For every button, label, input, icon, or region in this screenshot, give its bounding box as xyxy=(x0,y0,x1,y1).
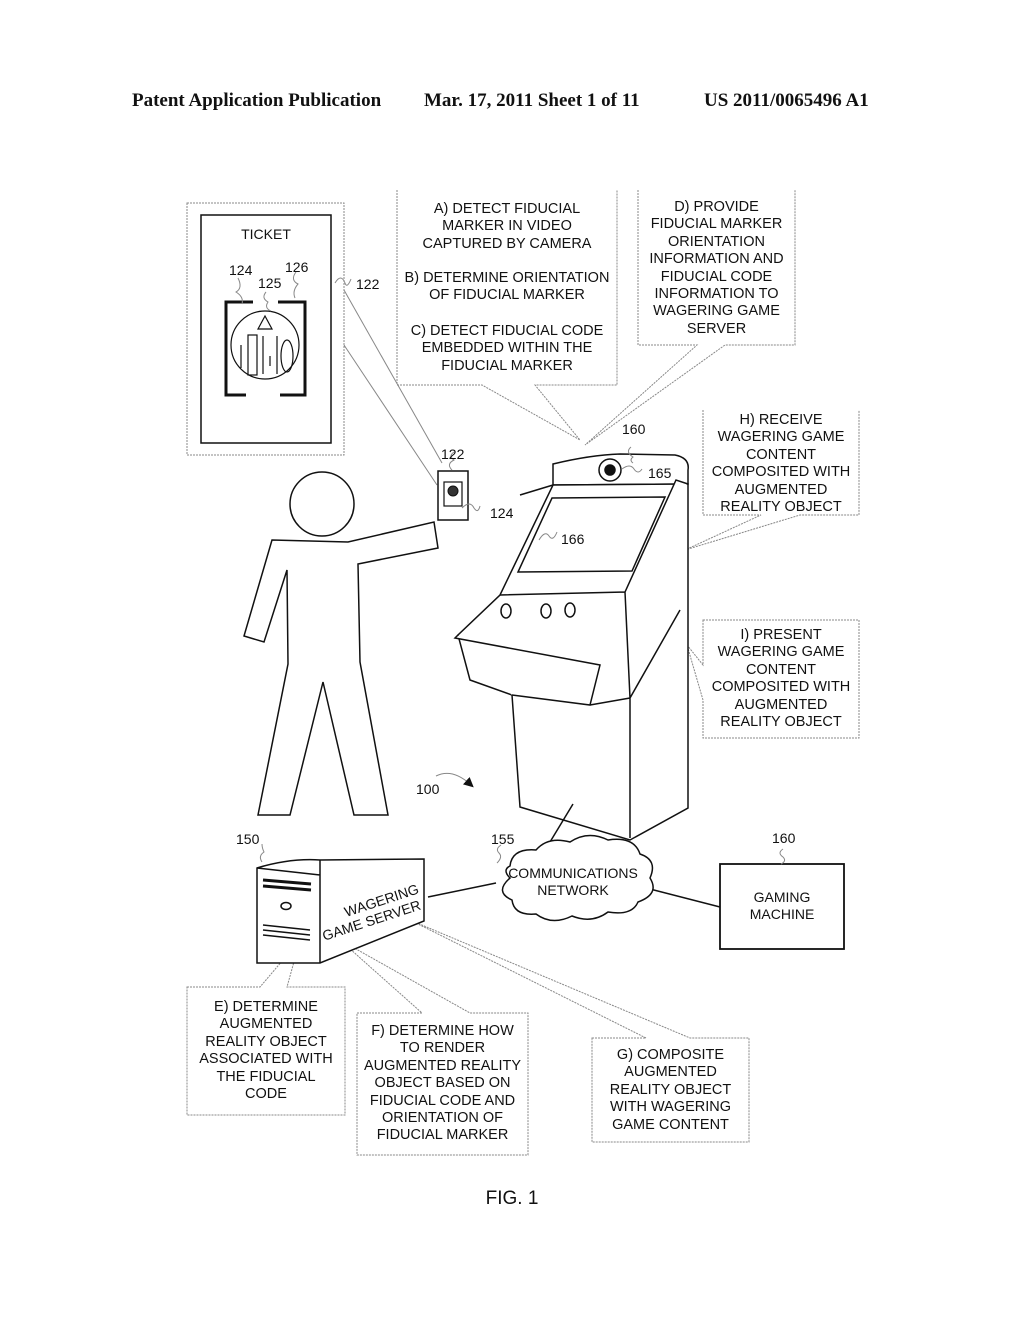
step-f-line: FIDUCIAL CODE AND xyxy=(369,1092,516,1109)
step-d-line: FIDUCIAL CODE xyxy=(660,268,773,285)
step-f-line: ORIENTATION OF xyxy=(381,1110,504,1127)
step-d-line: ORIENTATION xyxy=(668,233,765,250)
step-a-line: CAPTURED BY CAMERA xyxy=(422,235,592,252)
step-d-line: D) PROVIDE xyxy=(674,199,759,215)
ref-155-network: 155 xyxy=(491,831,515,847)
ref-100-system: 100 xyxy=(416,781,440,797)
ticket-title: TICKET xyxy=(241,226,291,242)
step-i-line: AUGMENTED xyxy=(734,696,828,713)
callout-step-g: G) COMPOSITE AUGMENTED REALITY OBJECT WI… xyxy=(592,1047,749,1134)
ticket-handheld xyxy=(437,470,469,521)
gaming-machine-label-line1: GAMING xyxy=(754,889,811,905)
step-i-line: CONTENT xyxy=(745,661,817,678)
step-d-line: INFORMATION AND xyxy=(649,251,784,268)
step-e-line: ASSOCIATED WITH xyxy=(199,1051,333,1068)
ref-160-machine: 160 xyxy=(622,421,646,437)
step-g-line: REALITY OBJECT xyxy=(609,1081,732,1098)
step-h-line: COMPOSITED WITH xyxy=(711,464,851,481)
step-c-line: C) DETECT FIDUCIAL CODE xyxy=(410,323,604,339)
callout-step-b: B) DETERMINE ORIENTATION OF FIDUCIAL MAR… xyxy=(397,270,617,305)
ref-124-handheld: 124 xyxy=(490,505,514,521)
step-b-line: B) DETERMINE ORIENTATION xyxy=(404,270,610,286)
network-label-line1: COMMUNICATIONS xyxy=(508,865,638,881)
step-d-line: INFORMATION TO xyxy=(654,286,779,303)
callout-step-e: E) DETERMINE AUGMENTED REALITY OBJECT AS… xyxy=(187,999,345,1103)
step-e-line: CODE xyxy=(245,1086,287,1103)
ref-150-server: 150 xyxy=(236,831,260,847)
step-h-line: AUGMENTED xyxy=(734,481,828,498)
step-g-line: AUGMENTED xyxy=(624,1064,717,1081)
ref-122-enlarged: 122 xyxy=(356,276,380,292)
step-h-line: WAGERING GAME xyxy=(717,429,845,446)
figure-caption: FIG. 1 xyxy=(485,1188,539,1209)
step-e-line: AUGMENTED xyxy=(219,1016,313,1033)
step-g-line: G) COMPOSITE xyxy=(616,1047,725,1063)
callout-step-f: F) DETERMINE HOW TO RENDER AUGMENTED REA… xyxy=(357,1023,528,1145)
step-d-line: SERVER xyxy=(686,320,747,337)
step-f-line: F) DETERMINE HOW xyxy=(371,1023,514,1039)
system-arrow-icon xyxy=(435,772,474,788)
ref-125: 125 xyxy=(258,275,282,291)
link-server-network xyxy=(427,882,497,898)
callout-step-i: I) PRESENT WAGERING GAME CONTENT COMPOSI… xyxy=(703,627,859,731)
step-g-line: GAME CONTENT xyxy=(612,1116,729,1133)
ref-124-enlarged: 124 xyxy=(229,262,253,278)
step-c-line: EMBEDDED WITHIN THE xyxy=(421,340,593,357)
step-i-line: WAGERING GAME xyxy=(717,644,845,661)
step-h-line: H) RECEIVE xyxy=(739,412,823,428)
link-network-gamingmachine xyxy=(649,888,721,908)
step-e-line: E) DETERMINE xyxy=(214,999,318,1015)
ref-166-display: 166 xyxy=(561,531,585,547)
callout-step-a: A) DETECT FIDUCIAL MARKER IN VIDEO CAPTU… xyxy=(397,201,617,253)
step-b-line: OF FIDUCIAL MARKER xyxy=(429,287,585,304)
callout-step-c: C) DETECT FIDUCIAL CODE EMBEDDED WITHIN … xyxy=(397,323,617,375)
step-h-line: REALITY OBJECT xyxy=(720,499,842,516)
ref-122-handheld: 122 xyxy=(441,446,465,462)
step-f-line: AUGMENTED REALITY xyxy=(363,1057,522,1074)
ref-165-camera: 165 xyxy=(648,465,672,481)
step-i-line: REALITY OBJECT xyxy=(720,714,842,731)
ticket-zoom-line-top xyxy=(343,289,443,464)
network-label-line2: NETWORK xyxy=(537,882,609,898)
step-a-line: MARKER IN VIDEO xyxy=(442,218,572,235)
step-f-line: FIDUCIAL MARKER xyxy=(376,1127,509,1144)
step-d-line: WAGERING GAME xyxy=(653,303,780,320)
callout-step-d: D) PROVIDE FIDUCIAL MARKER ORIENTATION I… xyxy=(638,199,795,338)
ticket-enlarged xyxy=(200,214,352,444)
step-g-line: WITH WAGERING xyxy=(609,1099,732,1116)
step-i-line: COMPOSITED WITH xyxy=(711,679,851,696)
step-d-line: FIDUCIAL MARKER xyxy=(650,216,783,233)
gaming-machine-label-line2: MACHINE xyxy=(750,906,815,922)
step-e-line: REALITY OBJECT xyxy=(205,1033,327,1050)
player-figure xyxy=(243,471,439,816)
step-f-line: TO RENDER xyxy=(399,1040,486,1057)
step-a-line: A) DETECT FIDUCIAL xyxy=(433,201,581,217)
callout-step-h: H) RECEIVE WAGERING GAME CONTENT COMPOSI… xyxy=(703,412,859,516)
step-e-line: THE FIDUCIAL xyxy=(216,1068,316,1085)
ref-126: 126 xyxy=(285,259,309,275)
step-h-line: CONTENT xyxy=(745,446,817,463)
step-f-line: OBJECT BASED ON xyxy=(374,1075,511,1092)
ref-160-box: 160 xyxy=(772,830,796,846)
step-i-line: I) PRESENT xyxy=(740,627,822,643)
step-c-line: FIDUCIAL MARKER xyxy=(441,357,573,374)
